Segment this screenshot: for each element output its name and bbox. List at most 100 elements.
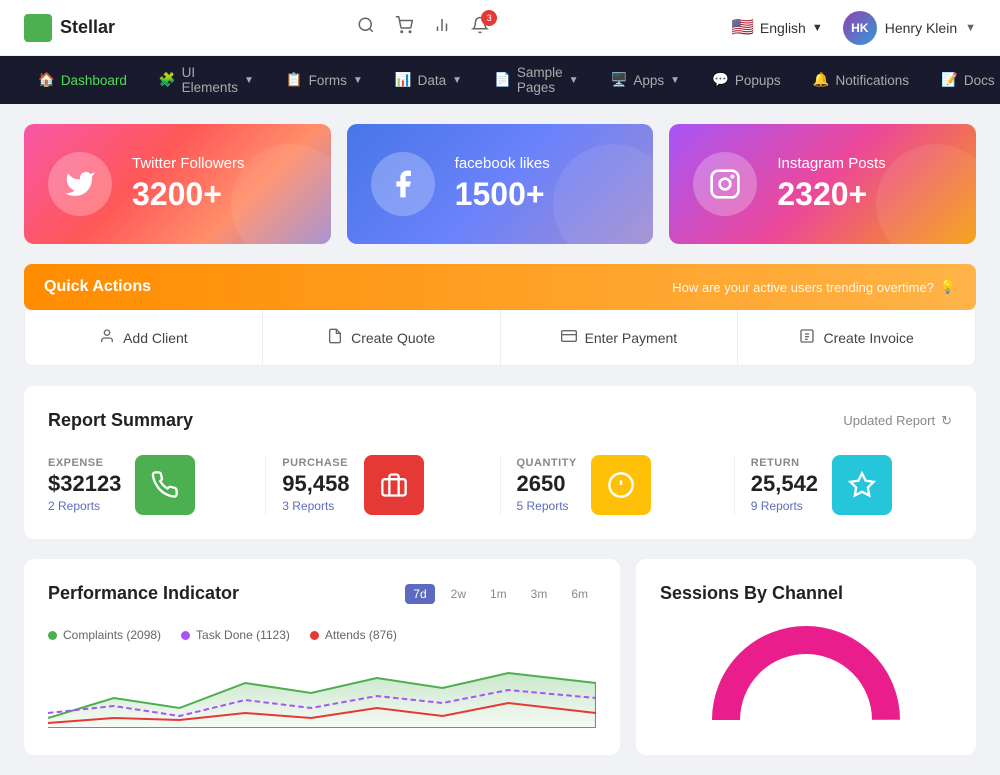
enter-payment-button[interactable]: Enter Payment xyxy=(501,310,739,365)
logo-area: Stellar xyxy=(24,14,115,42)
nav-label-notifications: Notifications xyxy=(835,73,909,88)
facebook-label: facebook likes xyxy=(455,155,550,172)
return-value: 25,542 xyxy=(751,471,818,497)
apps-icon: 🖥️ xyxy=(611,72,628,88)
create-quote-label: Create Quote xyxy=(351,330,435,346)
topbar-right: 🇺🇸 English ▼ HK Henry Klein ▼ xyxy=(732,11,977,45)
twitter-icon xyxy=(48,152,112,216)
nav-item-notifications[interactable]: 🔔 Notifications xyxy=(799,56,923,104)
twitter-count: 3200+ xyxy=(132,176,245,213)
complaints-label: Complaints (2098) xyxy=(63,628,161,642)
quantity-label: QUANTITY xyxy=(517,457,577,469)
create-invoice-icon xyxy=(799,328,815,347)
bell-icon: 🔔 xyxy=(813,72,830,88)
expense-metric: EXPENSE $32123 2 Reports xyxy=(48,455,249,515)
nav-label-sample: Sample Pages xyxy=(517,65,563,95)
add-client-button[interactable]: Add Client xyxy=(25,310,263,365)
card-decoration xyxy=(231,144,331,244)
purchase-label: PURCHASE xyxy=(282,457,349,469)
expense-label: EXPENSE xyxy=(48,457,121,469)
cart-icon[interactable] xyxy=(395,16,413,39)
report-summary-card: Report Summary Updated Report ↻ EXPENSE … xyxy=(24,386,976,539)
divider xyxy=(734,455,735,515)
facebook-info: facebook likes 1500+ xyxy=(455,155,550,213)
time-btn-1m[interactable]: 1m xyxy=(482,584,515,604)
time-btn-3m[interactable]: 3m xyxy=(523,584,556,604)
perf-legend: Complaints (2098) Task Done (1123) Atten… xyxy=(48,628,596,642)
twitter-card: Twitter Followers 3200+ xyxy=(24,124,331,244)
purchase-link[interactable]: 3 Reports xyxy=(282,499,349,513)
quick-actions-question: How are your active users trending overt… xyxy=(672,279,956,295)
chevron-down-icon: ▼ xyxy=(244,75,254,86)
facebook-count: 1500+ xyxy=(455,176,550,213)
nav-label-dashboard: Dashboard xyxy=(61,73,127,88)
sessions-by-channel-card: Sessions By Channel xyxy=(636,559,976,755)
create-quote-icon xyxy=(327,328,343,347)
create-invoice-button[interactable]: Create Invoice xyxy=(738,310,975,365)
report-metrics: EXPENSE $32123 2 Reports PURCHASE 95,458… xyxy=(48,455,952,515)
user-menu[interactable]: HK Henry Klein ▼ xyxy=(843,11,976,45)
quantity-link[interactable]: 5 Reports xyxy=(517,499,577,513)
legend-attends: Attends (876) xyxy=(310,628,397,642)
divider xyxy=(500,455,501,515)
logo-text: Stellar xyxy=(60,17,115,38)
nav-item-docs[interactable]: 📝 Docs xyxy=(927,56,1000,104)
instagram-card: Instagram Posts 2320+ xyxy=(669,124,976,244)
nav-item-forms[interactable]: 📋 Forms ▼ xyxy=(272,56,377,104)
attends-dot xyxy=(310,631,319,640)
quantity-info: QUANTITY 2650 5 Reports xyxy=(517,457,577,513)
create-quote-button[interactable]: Create Quote xyxy=(263,310,501,365)
performance-indicator-card: Performance Indicator 7d 2w 1m 3m 6m Com… xyxy=(24,559,620,755)
topbar-icons: 3 xyxy=(357,16,489,39)
complaints-dot xyxy=(48,631,57,640)
language-selector[interactable]: 🇺🇸 English ▼ xyxy=(732,17,823,38)
updated-report-button[interactable]: Updated Report ↻ xyxy=(843,413,952,429)
perf-title: Performance Indicator xyxy=(48,583,239,604)
nav-item-dashboard[interactable]: 🏠 Dashboard xyxy=(24,56,141,104)
nav-label-docs: Docs xyxy=(964,73,995,88)
expense-link[interactable]: 2 Reports xyxy=(48,499,121,513)
avatar: HK xyxy=(843,11,877,45)
create-invoice-label: Create Invoice xyxy=(823,330,913,346)
quick-actions-title: Quick Actions xyxy=(44,278,151,296)
instagram-icon xyxy=(693,152,757,216)
attends-label: Attends (876) xyxy=(325,628,397,642)
quantity-metric: QUANTITY 2650 5 Reports xyxy=(517,455,718,515)
nav-label-data: Data xyxy=(418,73,447,88)
nav-item-popups[interactable]: 💬 Popups xyxy=(698,56,795,104)
nav-item-ui-elements[interactable]: 🧩 UI Elements ▼ xyxy=(145,56,268,104)
quantity-value: 2650 xyxy=(517,471,577,497)
search-icon[interactable] xyxy=(357,16,375,39)
nav-label-ui: UI Elements xyxy=(182,65,238,95)
purchase-metric: PURCHASE 95,458 3 Reports xyxy=(282,455,483,515)
main-content: Twitter Followers 3200+ facebook likes 1… xyxy=(0,104,1000,775)
lightbulb-icon: 💡 xyxy=(940,279,956,295)
forms-icon: 📋 xyxy=(286,72,303,88)
logo-icon xyxy=(24,14,52,42)
return-link[interactable]: 9 Reports xyxy=(751,499,818,513)
time-btn-7d[interactable]: 7d xyxy=(405,584,434,604)
facebook-icon xyxy=(371,152,435,216)
add-client-icon xyxy=(99,328,115,347)
instagram-info: Instagram Posts 2320+ xyxy=(777,155,885,213)
time-btn-6m[interactable]: 6m xyxy=(563,584,596,604)
data-icon: 📊 xyxy=(395,72,412,88)
facebook-card: facebook likes 1500+ xyxy=(347,124,654,244)
time-btn-2w[interactable]: 2w xyxy=(443,584,474,604)
quantity-icon-box xyxy=(591,455,651,515)
chart-icon[interactable] xyxy=(433,16,451,39)
card-decoration xyxy=(876,144,976,244)
perf-chart-area xyxy=(48,658,596,731)
nav-item-apps[interactable]: 🖥️ Apps ▼ xyxy=(597,56,695,104)
purchase-info: PURCHASE 95,458 3 Reports xyxy=(282,457,349,513)
topbar: Stellar 3 🇺🇸 English ▼ HK Henry Klein ▼ xyxy=(0,0,1000,56)
report-summary-header: Report Summary Updated Report ↻ xyxy=(48,410,952,431)
notification-icon[interactable]: 3 xyxy=(471,16,489,39)
pages-icon: 📄 xyxy=(494,72,511,88)
question-text: How are your active users trending overt… xyxy=(672,280,934,295)
nav-item-data[interactable]: 📊 Data ▼ xyxy=(381,56,476,104)
home-icon: 🏠 xyxy=(38,72,55,88)
purchase-value: 95,458 xyxy=(282,471,349,497)
nav-item-sample-pages[interactable]: 📄 Sample Pages ▼ xyxy=(480,56,593,104)
sessions-chart xyxy=(660,620,952,730)
